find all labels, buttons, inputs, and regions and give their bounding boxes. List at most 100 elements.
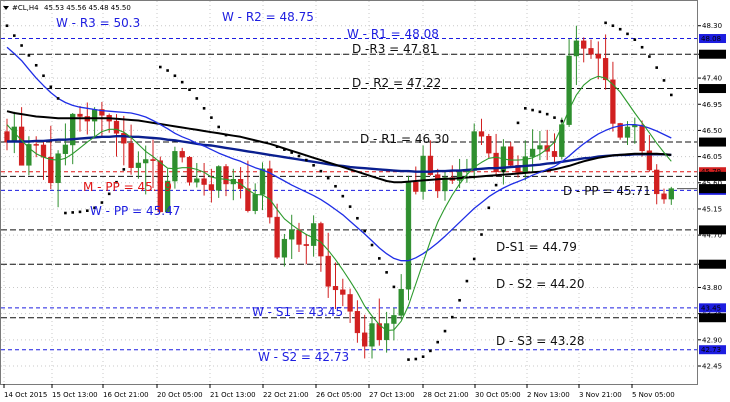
candle-bear [245, 188, 251, 211]
candle-bear [362, 332, 368, 347]
sar-dot [195, 97, 199, 100]
price-tick-label: 46.05 [702, 153, 722, 161]
sar-dot [180, 80, 184, 84]
candle-bear [208, 184, 215, 191]
time-tick-label: 2 Nov 13:00 [527, 391, 570, 399]
time-axis: 14 Oct 2015 15 Oct 13:00 16 Oct 21:00 20 Oc… [3, 384, 675, 399]
sar-dot [458, 298, 461, 302]
candle-bull [281, 238, 288, 258]
candle-bull [391, 315, 397, 324]
pivot-label-d-r1: D - R1 = 46.30 [360, 132, 449, 146]
sar-dot [545, 112, 549, 116]
candle-bear [201, 178, 207, 185]
candle-bear [478, 131, 485, 137]
time-tick-label: 30 Oct 05:00 [475, 391, 521, 399]
candle-bear [340, 289, 346, 295]
sar-dot [502, 169, 505, 173]
time-tick-label: 26 Oct 05:00 [316, 391, 362, 399]
sar-dot [538, 110, 542, 114]
time-tick-label: 21 Oct 13:00 [210, 391, 256, 399]
candle-bear [551, 151, 558, 157]
sar-dot [56, 97, 60, 100]
price-tick-label: 48.30 [702, 22, 722, 30]
candle-bear [150, 159, 156, 161]
candle-bear [113, 120, 120, 134]
sar-dot [604, 21, 607, 25]
price-chart: W - R3 = 50.3 W - R2 = 48.75 W - R1 = 48.0… [0, 0, 730, 402]
pivot-label-w-r3: W - R3 = 50.3 [56, 16, 140, 30]
time-tick-label: 5 Nov 05:00 [632, 391, 675, 399]
price-tick-label: 45.15 [702, 205, 722, 213]
candle-bull [62, 144, 69, 154]
pivot-label-d-pp: D - PP = 45.71 [563, 184, 651, 198]
sar-dot [414, 357, 418, 361]
candle-bear [435, 174, 441, 192]
sar-dot [348, 205, 352, 208]
candle-bear [318, 223, 324, 257]
sar-dot [297, 154, 301, 158]
sar-dot [5, 24, 9, 28]
sar-dot [305, 158, 308, 162]
pivot-label-d-r3: D -R3 = 47.81 [352, 42, 437, 56]
candle-bear [486, 135, 492, 154]
time-tick-label: 14 Oct 2015 [4, 391, 47, 399]
candle-bear [128, 142, 134, 168]
sar-dot [78, 210, 82, 214]
sar-dot [662, 79, 666, 82]
chart-svg: W - R3 = 50.3 W - R2 = 48.75 W - R1 = 48.0… [0, 0, 730, 399]
candle-bear [18, 126, 25, 166]
sar-dot [611, 24, 615, 28]
sar-dot [480, 233, 483, 236]
sar-dot [290, 151, 293, 154]
price-tick-label: 46.95 [702, 101, 722, 109]
candle-bear [508, 146, 514, 166]
pivot-label-w-r2: W - R2 = 48.75 [222, 10, 314, 24]
price-tick-label: 47.40 [702, 75, 722, 83]
price-tick-label: 46.50 [702, 127, 722, 135]
candle-bear [581, 40, 587, 49]
price-tick-label: 42.90 [702, 336, 722, 344]
candle-bear [602, 58, 609, 81]
sar-dot [392, 285, 396, 289]
sar-dot [202, 107, 206, 110]
pivot-label-w-s1: W - S1 = 43.45 [252, 305, 343, 319]
sar-dot [122, 168, 126, 171]
candle-bear [296, 229, 302, 245]
sar-dot [494, 183, 498, 187]
candle-bull [194, 178, 200, 183]
sar-dot [472, 257, 476, 261]
candle-bear [595, 53, 601, 59]
candle-bear [347, 294, 353, 312]
sar-dot [436, 340, 439, 344]
sar-dot [421, 355, 425, 358]
candle-bear [40, 144, 47, 158]
sar-dot [560, 119, 564, 123]
candle-bull [471, 131, 477, 171]
sar-dot [648, 55, 651, 58]
sar-dot [210, 116, 213, 119]
candle-bear [77, 113, 83, 117]
candle-bull [310, 223, 317, 246]
sar-dot [516, 121, 520, 125]
sar-dot [71, 211, 74, 214]
candle-bear [354, 311, 361, 334]
candle-bear [179, 151, 185, 158]
sar-dot [312, 164, 315, 167]
sar-dot [275, 145, 279, 149]
price-tag-label-d-r1: 46.30 [701, 139, 721, 147]
sar-dot [370, 243, 374, 247]
sar-dot [49, 85, 53, 89]
sar-dot [64, 211, 67, 215]
time-tick-label: 15 Oct 13:00 [52, 391, 98, 399]
price-tick-label: 43.80 [702, 284, 722, 292]
pivot-label-d-s2: D - S2 = 44.20 [496, 277, 585, 291]
candle-bear [223, 166, 229, 185]
candle-bull [135, 162, 142, 168]
sar-dot [618, 27, 622, 31]
sar-dot [465, 279, 469, 283]
price-tag-label-w-s2: 42.73 [701, 346, 721, 354]
candle-bear [48, 156, 54, 184]
candle-bear [639, 124, 645, 152]
time-tick-label: 16 Oct 21:00 [103, 391, 149, 399]
last-price-label: 45.50 [701, 185, 721, 193]
